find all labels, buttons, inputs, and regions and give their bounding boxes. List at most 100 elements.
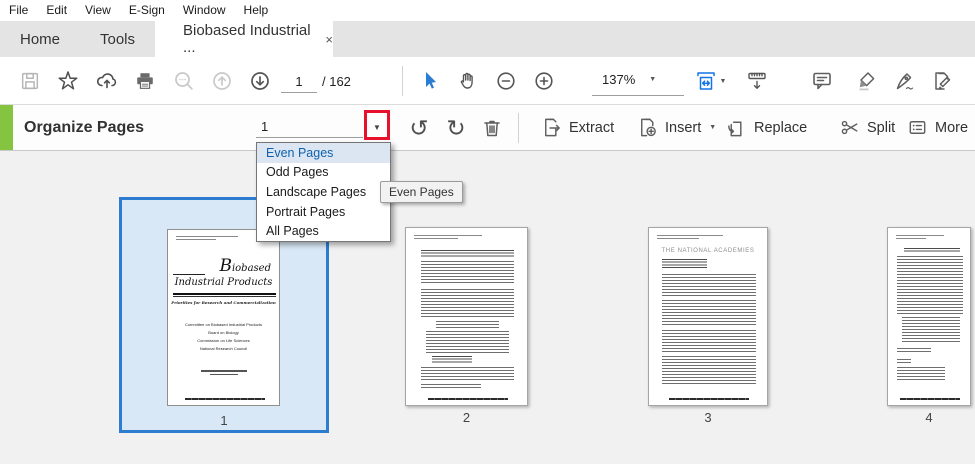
cover-line: National Research Council bbox=[199, 346, 248, 351]
cloud-upload-icon bbox=[95, 69, 119, 93]
menu-file[interactable]: File bbox=[0, 0, 37, 21]
menu-view[interactable]: View bbox=[76, 0, 120, 21]
menu-item-odd-pages[interactable]: Odd Pages bbox=[257, 163, 390, 183]
previous-page-button[interactable] bbox=[205, 64, 239, 98]
menu-window[interactable]: Window bbox=[174, 0, 235, 21]
fit-width-icon bbox=[694, 69, 718, 93]
save-button[interactable] bbox=[13, 64, 47, 98]
edit-pdf-button[interactable] bbox=[925, 64, 959, 98]
tooltip: Even Pages bbox=[380, 181, 463, 203]
rotate-cw-icon: ↻ bbox=[446, 114, 466, 141]
fit-width-button[interactable]: ▼ bbox=[690, 64, 730, 98]
tab-home[interactable]: Home bbox=[0, 21, 80, 57]
split-button[interactable]: Split bbox=[838, 105, 895, 150]
page-thumbnail-2[interactable] bbox=[405, 227, 528, 406]
page-thumbnail-4[interactable] bbox=[887, 227, 971, 406]
highlighter-icon bbox=[854, 69, 878, 93]
star-icon bbox=[56, 69, 80, 93]
highlight-button[interactable] bbox=[849, 64, 883, 98]
rotate-left-button[interactable]: ↺ bbox=[402, 111, 436, 145]
next-page-button[interactable] bbox=[243, 64, 277, 98]
page-number-label: 4 bbox=[925, 410, 933, 425]
footer-bar bbox=[900, 397, 960, 400]
arrow-down-circle-icon bbox=[248, 69, 272, 93]
menu-item-even-pages[interactable]: Even Pages bbox=[257, 143, 390, 163]
hand-icon bbox=[456, 69, 480, 93]
sign-button[interactable] bbox=[888, 64, 922, 98]
select-tool-button[interactable] bbox=[413, 64, 447, 98]
rotate-right-button[interactable]: ↻ bbox=[439, 111, 473, 145]
organize-pages-toolbar: Organize Pages ▼ ↺ ↻ Extract Insert ▼ Re… bbox=[0, 105, 975, 151]
split-label: Split bbox=[867, 119, 896, 136]
comment-button[interactable] bbox=[805, 64, 839, 98]
menu-item-all-pages[interactable]: All Pages bbox=[257, 221, 390, 241]
organize-separator bbox=[518, 113, 519, 143]
scissors-icon bbox=[838, 116, 861, 139]
zoom-in-button[interactable] bbox=[527, 64, 561, 98]
publisher-lines bbox=[201, 370, 247, 372]
menu-item-landscape-pages[interactable]: Landscape Pages bbox=[257, 182, 390, 202]
page-number-label: 1 bbox=[220, 413, 228, 428]
save-icon bbox=[19, 70, 41, 92]
star-button[interactable] bbox=[51, 64, 85, 98]
search-button[interactable] bbox=[167, 64, 201, 98]
minus-circle-icon bbox=[494, 69, 518, 93]
hand-tool-button[interactable] bbox=[451, 64, 485, 98]
chevron-down-icon: ▼ bbox=[709, 124, 717, 131]
zoom-level-value: 137% bbox=[602, 72, 636, 87]
footer-bar bbox=[185, 397, 265, 400]
menu-item-portrait-pages[interactable]: Portrait Pages bbox=[257, 202, 390, 222]
insert-button[interactable]: Insert ▼ bbox=[636, 105, 716, 150]
plus-circle-icon bbox=[532, 69, 556, 93]
zoom-level-dropdown[interactable]: 137% ▼ bbox=[592, 64, 684, 96]
cover-subtitle: Priorities for Research and Commercializ… bbox=[171, 300, 276, 305]
zoom-out-button[interactable] bbox=[489, 64, 523, 98]
annotation-highlight-box bbox=[364, 110, 390, 140]
extract-label: Extract bbox=[569, 119, 615, 136]
page-number-label: 3 bbox=[704, 410, 712, 425]
page-thumbnail-3[interactable]: THE NATIONAL ACADEMIES bbox=[648, 227, 768, 406]
acrobat-window: File Edit View E-Sign Window Help Home T… bbox=[0, 0, 975, 464]
insert-label: Insert bbox=[665, 119, 702, 136]
page3-heading: THE NATIONAL ACADEMIES bbox=[661, 248, 755, 254]
scroll-mode-button[interactable] bbox=[740, 64, 774, 98]
trash-icon bbox=[480, 116, 504, 140]
menu-bar: File Edit View E-Sign Window Help bbox=[0, 0, 975, 21]
share-button[interactable] bbox=[90, 64, 124, 98]
document-pencil-icon bbox=[930, 69, 954, 93]
chevron-down-icon: ▼ bbox=[719, 77, 727, 85]
cover-line: Board on Biology bbox=[208, 330, 239, 335]
fountain-pen-icon bbox=[893, 69, 917, 93]
print-button[interactable] bbox=[128, 64, 162, 98]
page-number-label: 2 bbox=[462, 410, 471, 425]
search-icon bbox=[172, 69, 196, 93]
page-number-input[interactable] bbox=[281, 71, 317, 93]
list-icon bbox=[906, 116, 929, 139]
menu-edit[interactable]: Edit bbox=[37, 0, 76, 21]
tab-document[interactable]: Biobased Industrial ... × bbox=[155, 21, 333, 57]
more-button[interactable]: More ▼ bbox=[906, 105, 975, 150]
extract-icon bbox=[540, 116, 563, 139]
replace-icon bbox=[725, 116, 748, 139]
page-thumbnail-1[interactable]: Biobased Industrial Products Priorities … bbox=[167, 229, 280, 406]
replace-button[interactable]: Replace bbox=[725, 105, 807, 150]
page-count-label: / 162 bbox=[322, 73, 351, 89]
footer-bar bbox=[428, 397, 508, 400]
menu-help[interactable]: Help bbox=[235, 0, 278, 21]
cursor-arrow-icon bbox=[418, 69, 442, 93]
arrow-up-circle-icon bbox=[210, 69, 234, 93]
chevron-down-icon: ▼ bbox=[649, 76, 657, 83]
extract-button[interactable]: Extract bbox=[540, 105, 614, 150]
main-toolbar: / 162 137% ▼ ▼ bbox=[0, 57, 975, 105]
rotate-ccw-icon: ↺ bbox=[409, 114, 429, 141]
tab-tools[interactable]: Tools bbox=[80, 21, 155, 57]
printer-icon bbox=[134, 70, 156, 92]
close-icon[interactable]: × bbox=[325, 32, 333, 47]
delete-pages-button[interactable] bbox=[475, 111, 509, 145]
cover-line: Commission on Life Sciences bbox=[197, 338, 250, 343]
cover-title: Biobased bbox=[219, 256, 271, 276]
menu-esign[interactable]: E-Sign bbox=[120, 0, 174, 21]
tab-bar: Home Tools Biobased Industrial ... × bbox=[0, 21, 975, 57]
footer-bar bbox=[669, 397, 749, 400]
page-range-input[interactable] bbox=[256, 115, 363, 138]
